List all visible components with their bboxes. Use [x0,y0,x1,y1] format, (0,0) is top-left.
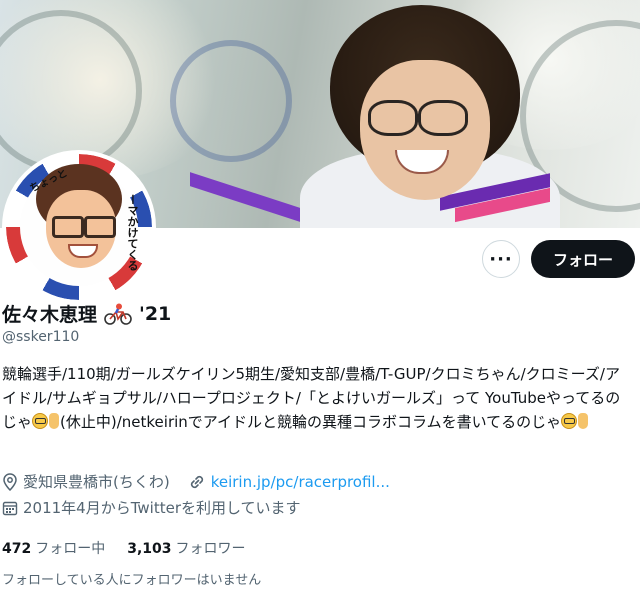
bicycle-emoji-icon [104,303,132,325]
link-icon [190,475,203,488]
followers-count: 3,103 [127,541,172,557]
bio-text-2: (休止中)/netkeirinでアイドルと競輪の異種コラボコラムを書いてるのじゃ [60,413,562,431]
more-icon: ··· [489,248,513,270]
following-count: 472 [2,541,32,557]
location-text: 愛知県豊橋市(ちくわ) [23,473,170,491]
user-handle: @ssker110 [2,329,80,345]
name-suffix: '21 [139,302,172,325]
profile-avatar[interactable]: ちょっと ーマかけてくる [2,150,156,304]
more-options-button[interactable]: ··· [482,240,520,278]
follow-button-label: フォロー [552,250,613,269]
following-link[interactable]: 472 フォロー中 [2,538,105,558]
display-name-row: 佐々木恵理 '21 [2,300,171,327]
follow-stats: 472 フォロー中 3,103 フォロワー [2,538,246,558]
glasses-face-emoji-icon [561,413,578,429]
joined-row: 2011年4月からTwitterを利用しています [2,497,301,518]
avatar-text-side: ーマかけてくる [126,194,139,271]
display-name: 佐々木恵理 [2,304,98,326]
glasses-face-emoji-icon [32,413,49,429]
location-pin-icon [3,472,17,491]
joined-date: 2011年4月からTwitterを利用しています [23,499,301,517]
followers-link[interactable]: 3,103 フォロワー [127,538,245,558]
website-link[interactable]: keirin.jp/pc/racerprofil... [211,473,390,491]
profile-bio: 競輪選手/110期/ガールズケイリン5期生/愛知支部/豊橋/T-GUP/クロミち… [2,362,634,434]
followers-label: フォロワー [175,541,246,557]
followers-you-know: フォローしている人にフォロワーはいません [2,573,262,588]
calendar-icon [2,501,18,515]
pointing-hand-emoji-icon [578,413,589,429]
pointing-hand-emoji-icon [49,413,60,429]
follow-button[interactable]: フォロー [531,240,635,278]
profile-meta-row: 愛知県豊橋市(ちくわ) keirin.jp/pc/racerprofil... [2,471,390,492]
following-label: フォロー中 [35,541,106,557]
